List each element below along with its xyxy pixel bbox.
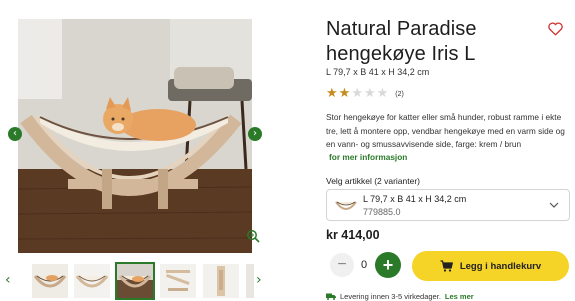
quantity-increase-button[interactable]: + <box>375 252 401 278</box>
thumbnail-4[interactable] <box>160 264 196 298</box>
thumbnail-3[interactable] <box>115 262 155 300</box>
hammock-photo <box>18 19 252 253</box>
variant-select[interactable]: L 79,7 x B 41 x H 34,2 cm 779885.0 <box>326 189 570 221</box>
delivery-read-more-link[interactable]: Les mer <box>445 292 474 301</box>
thumbnail-1[interactable] <box>32 264 68 298</box>
main-product-image[interactable] <box>18 19 252 253</box>
add-to-cart-label: Legg i handlekurv <box>459 260 542 272</box>
rating-count: (2) <box>395 90 404 98</box>
star-empty-icon: ★ <box>351 86 363 101</box>
truck-icon <box>326 293 336 300</box>
quantity-input[interactable] <box>356 256 372 274</box>
more-info-link[interactable]: for mer informasjon <box>329 152 407 162</box>
thumbnail-6[interactable] <box>246 264 254 298</box>
variant-thumbnail <box>335 201 357 210</box>
product-title: Natural Paradise hengekøye Iris L <box>326 18 477 65</box>
zoom-icon[interactable] <box>246 229 260 243</box>
chevron-down-icon <box>549 202 559 208</box>
add-to-cart-button[interactable]: Legg i handlekurv <box>412 251 569 281</box>
variant-name: L 79,7 x B 41 x H 34,2 cm <box>363 194 467 204</box>
delivery-info: Levering innen 3-5 virkedager. Les mer <box>326 292 474 301</box>
quantity-decrease-button[interactable]: − <box>330 253 354 277</box>
product-price: kr 414,00 <box>326 228 380 242</box>
star-empty-icon: ★ <box>376 86 389 101</box>
image-prev-button[interactable]: ‹ <box>8 127 22 141</box>
thumbnail-strip: ‹ › <box>0 262 275 301</box>
quantity-stepper: − + <box>326 251 404 281</box>
star-filled-icon: ★ <box>338 86 351 101</box>
thumbnail-2[interactable] <box>74 264 110 298</box>
product-description: Stor hengekøye for katter eller små hund… <box>326 112 565 149</box>
rating[interactable]: ★ ★ ★ ★ ★ (2) <box>326 86 404 101</box>
product-dimensions: L 79,7 x B 41 x H 34,2 cm <box>326 67 430 77</box>
star-empty-icon: ★ <box>363 86 376 101</box>
heart-icon[interactable] <box>548 22 563 36</box>
thumbnail-prev-button[interactable]: ‹ <box>5 272 11 288</box>
product-info: Natural Paradise hengekøye Iris L L 79,7… <box>326 0 575 301</box>
variant-sku: 779885.0 <box>363 207 401 217</box>
star-filled-icon: ★ <box>326 86 338 101</box>
variant-label: Velg artikkel (2 varianter) <box>326 176 421 186</box>
image-next-button[interactable]: › <box>248 127 262 141</box>
cart-icon <box>440 260 453 272</box>
product-gallery: ‹ › ‹ › <box>0 0 275 301</box>
thumbnail-next-button[interactable]: › <box>256 272 262 288</box>
delivery-text: Levering innen 3-5 virkedager. <box>340 292 441 301</box>
thumbnail-5[interactable] <box>203 264 239 298</box>
